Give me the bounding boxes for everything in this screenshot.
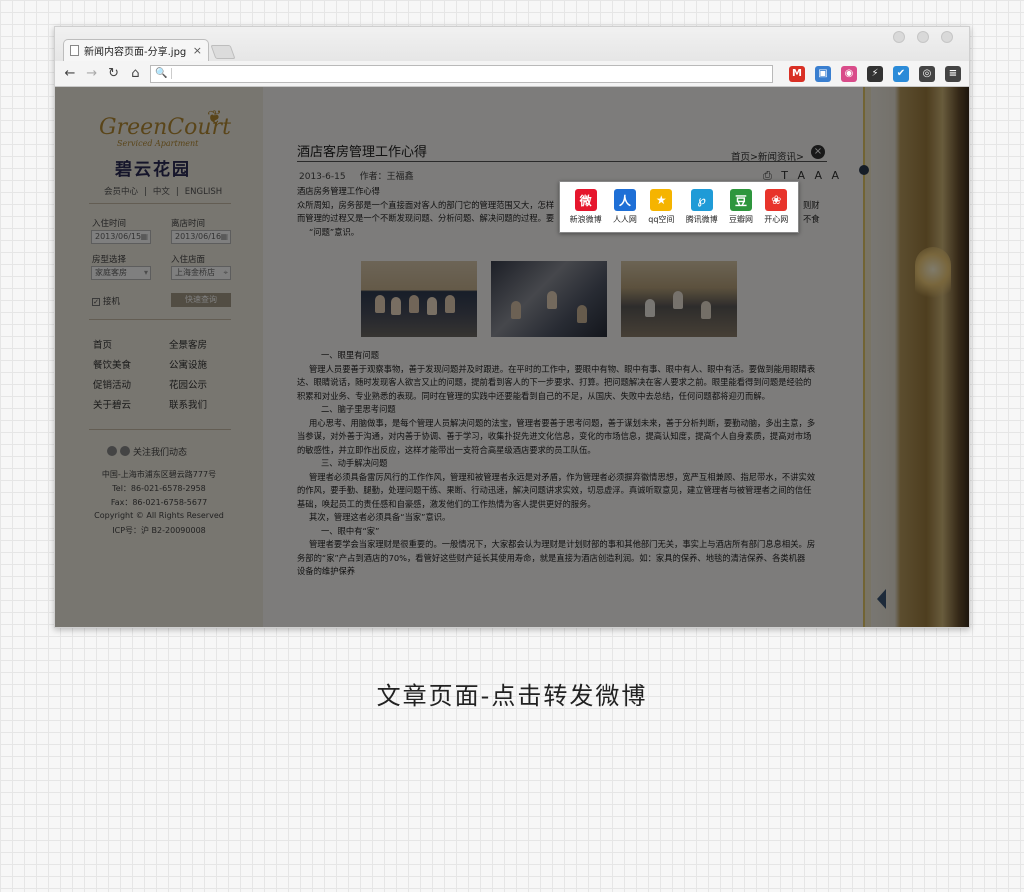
url-input[interactable]: [175, 67, 772, 80]
browser-tab[interactable]: 新闻内容页面-分享.jpg (1 ×: [63, 39, 209, 61]
extension-icon[interactable]: ✔: [892, 65, 909, 82]
share-label: qq空间: [648, 215, 675, 224]
forward-icon[interactable]: →: [85, 66, 99, 81]
tencent-weibo-icon: ℘: [690, 189, 713, 211]
share-label: 豆瓣网: [728, 215, 753, 224]
minimize-button[interactable]: [893, 31, 905, 43]
share-renren-button[interactable]: 人人人网: [613, 189, 637, 225]
extension-icon[interactable]: ▣: [814, 65, 831, 82]
qzone-icon: ★: [650, 189, 673, 211]
extension-icon[interactable]: ◉: [840, 65, 857, 82]
renren-icon: 人: [613, 189, 636, 211]
home-icon[interactable]: ⌂: [128, 66, 142, 81]
tab-bar: 新闻内容页面-分享.jpg (1 ×: [55, 27, 969, 61]
address-bar[interactable]: 🔍: [150, 64, 773, 83]
document-icon: [70, 45, 79, 56]
tab-close-icon[interactable]: ×: [193, 44, 202, 57]
share-tencent-weibo-button[interactable]: ℘ 腾讯微博: [686, 189, 718, 225]
share-douban-button[interactable]: 豆豆瓣网: [729, 189, 753, 225]
share-label: 人人网: [612, 215, 637, 224]
share-kaixin-button[interactable]: ❀ 开心网: [764, 189, 788, 225]
maximize-button[interactable]: [917, 31, 929, 43]
share-label: 开心网: [764, 215, 789, 224]
share-popup: 微新浪微博人人人网 ★ qq空间 ℘ 腾讯微博豆豆瓣网 ❀ 开心网: [559, 181, 799, 233]
page-viewport: GreenCourt Serviced Apartment ❦ 碧云花园 会员中…: [55, 87, 969, 627]
extension-area: M ▣ ◉ ⚡ ✔ ◎ ≡: [788, 65, 961, 82]
share-sina-weibo-button[interactable]: 微新浪微博: [570, 189, 602, 225]
kaixin-icon: ❀: [765, 189, 788, 211]
share-qzone-button[interactable]: ★ qq空间: [648, 189, 674, 225]
sina-weibo-icon: 微: [574, 189, 597, 211]
back-icon[interactable]: ←: [63, 66, 77, 81]
close-window-button[interactable]: [941, 31, 953, 43]
page-caption: 文章页面-点击转发微博: [376, 682, 648, 710]
browser-window: 新闻内容页面-分享.jpg (1 × ← → ↻ ⌂ 🔍 M ▣ ◉ ⚡ ✔ ◎ ≡ Gre…: [54, 26, 970, 628]
extension-icon[interactable]: ◎: [918, 65, 935, 82]
share-label: 新浪微博: [569, 215, 602, 224]
share-label: 腾讯微博: [685, 215, 718, 224]
new-tab-button[interactable]: [210, 45, 236, 59]
douban-icon: 豆: [729, 189, 752, 211]
extension-icon[interactable]: M: [788, 65, 805, 82]
browser-toolbar: ← → ↻ ⌂ 🔍 M ▣ ◉ ⚡ ✔ ◎ ≡: [55, 61, 969, 87]
modal-overlay: [55, 87, 969, 627]
hotel-site: GreenCourt Serviced Apartment ❦ 碧云花园 会员中…: [55, 87, 969, 627]
extension-icon[interactable]: ⚡: [866, 65, 883, 82]
extension-icon[interactable]: ≡: [944, 65, 961, 82]
tab-title: 新闻内容页面-分享.jpg (1: [84, 47, 188, 58]
search-icon: 🔍: [155, 68, 172, 79]
reload-icon[interactable]: ↻: [107, 66, 121, 81]
